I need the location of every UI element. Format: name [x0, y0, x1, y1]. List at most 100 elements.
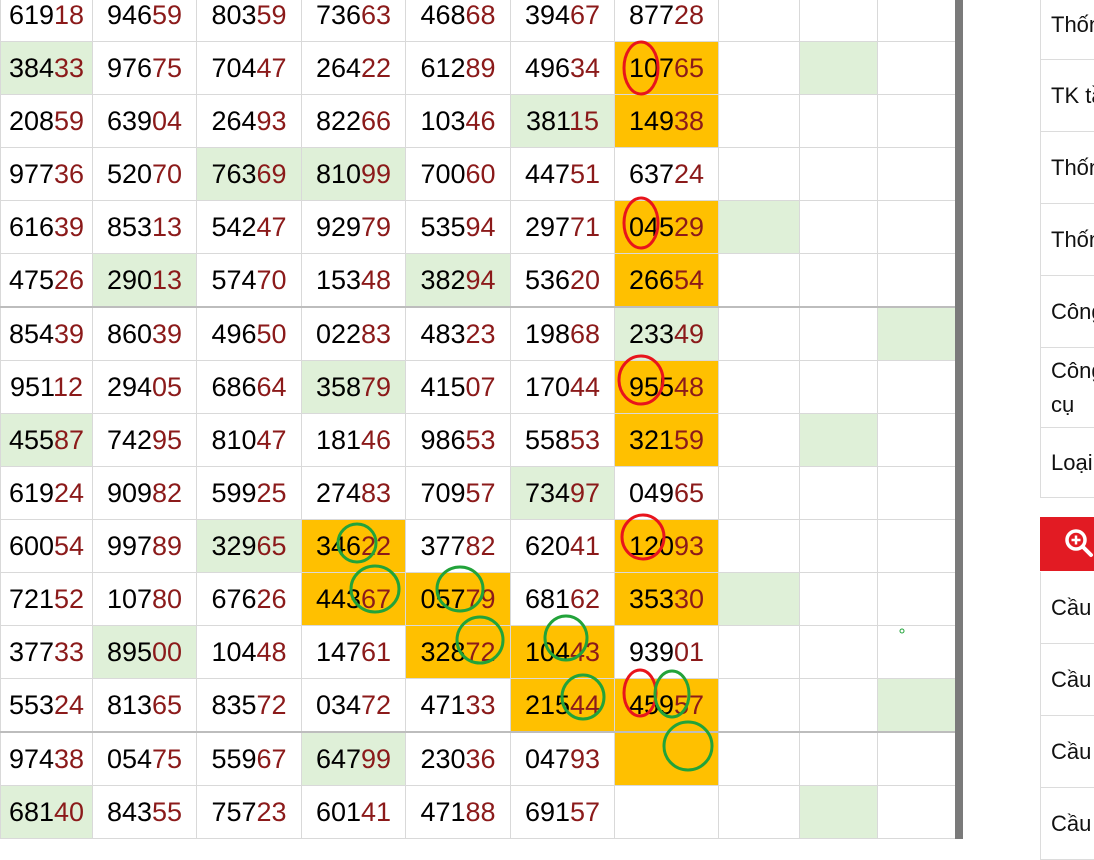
result-head-digits: 107 [106, 584, 152, 614]
sidebar-item[interactable]: Thống kê [1040, 132, 1094, 204]
result-cell: 26493 [196, 94, 302, 148]
result-cell: 81099 [301, 147, 406, 201]
result-cell: 14761 [301, 625, 406, 679]
result-head-digits: 358 [315, 372, 361, 402]
result-tail-digits: 20 [570, 265, 601, 295]
result-tail-digits: 67 [256, 744, 287, 774]
result-head-digits: 822 [315, 106, 361, 136]
result-cell: 87728 [614, 0, 719, 42]
result-tail-digits: 23 [256, 797, 287, 827]
result-cell: 19868 [510, 306, 615, 361]
empty-cell [799, 572, 878, 626]
empty-cell [877, 625, 958, 679]
result-cell: 04793 [510, 731, 615, 786]
result-cell: 68162 [510, 572, 615, 626]
result-head-digits: 619 [8, 0, 54, 30]
sidebar-item[interactable]: Thống kê [1040, 204, 1094, 276]
result-cell: 27483 [301, 466, 406, 520]
result-cell: 59925 [196, 466, 302, 520]
result-cell: 80359 [196, 0, 302, 42]
empty-cell [799, 785, 878, 839]
result-cell [614, 731, 719, 786]
result-head-digits: 022 [315, 319, 361, 349]
result-head-digits: 496 [211, 319, 257, 349]
results-grid: 61918 94659 80359 73663 46868 39467 87728 38433… [0, 0, 958, 839]
result-cell: 68664 [196, 360, 302, 414]
sidebar-item[interactable]: Thống kê [1040, 0, 1094, 60]
result-tail-digits: 33 [54, 637, 85, 667]
sidebar-item[interactable]: Loại [1040, 428, 1094, 498]
result-cell: 45957 [614, 678, 719, 733]
result-tail-digits: 80 [152, 584, 183, 614]
result-cell: 47188 [405, 785, 511, 839]
result-cell: 57470 [196, 253, 302, 308]
result-head-digits: 810 [315, 159, 361, 189]
result-cell: 84355 [92, 785, 197, 839]
result-cell: 92979 [301, 200, 406, 254]
result-cell: 54247 [196, 200, 302, 254]
sidebar-item[interactable]: Công cụ [1040, 276, 1094, 348]
result-head-digits: 676 [211, 584, 257, 614]
sidebar-item[interactable]: Công cụ VIP [1040, 348, 1094, 428]
result-head-digits: 616 [8, 212, 54, 242]
empty-cell [718, 147, 800, 201]
empty-cell [718, 785, 800, 839]
result-head-digits: 612 [420, 53, 466, 83]
result-head-digits: 742 [106, 425, 152, 455]
result-tail-digits: 57 [570, 797, 601, 827]
result-cell: 49634 [510, 41, 615, 95]
result-tail-digits: 49 [674, 319, 705, 349]
result-cell: 21544 [510, 678, 615, 733]
result-head-digits: 215 [524, 690, 570, 720]
result-cell: 89500 [92, 625, 197, 679]
result-cell: 18146 [301, 413, 406, 467]
empty-cell [799, 147, 878, 201]
result-tail-digits: 54 [54, 531, 85, 561]
result-head-digits: 103 [420, 106, 466, 136]
result-cell: 74295 [92, 413, 197, 467]
result-cell: 95112 [0, 360, 93, 414]
result-tail-digits: 70 [152, 159, 183, 189]
result-head-digits: 542 [211, 212, 257, 242]
result-tail-digits: 68 [570, 319, 601, 349]
result-head-digits: 120 [628, 531, 674, 561]
result-tail-digits: 64 [256, 372, 287, 402]
result-tail-digits: 54 [674, 265, 705, 295]
table-row: 37733 89500 10448 14761 32872 10443 93901 [0, 625, 958, 679]
result-cell: 97736 [0, 147, 93, 201]
result-head-digits: 274 [315, 478, 361, 508]
empty-cell [799, 625, 878, 679]
result-head-digits: 034 [315, 690, 361, 720]
result-tail-digits: 24 [54, 690, 85, 720]
sidebar-item[interactable]: Cầu [1040, 644, 1094, 716]
result-head-digits: 704 [211, 53, 257, 83]
sidebar-item[interactable]: TK tần suất [1040, 60, 1094, 132]
sidebar: Thống kê TK tần suất Thống kê Thống kê C… [1040, 0, 1094, 860]
result-head-digits: 686 [211, 372, 257, 402]
result-cell: 55853 [510, 413, 615, 467]
sidebar-item-label: Cầu [1051, 811, 1092, 836]
table-row: 95112 29405 68664 35879 41507 17044 95548 [0, 360, 958, 414]
sidebar-item[interactable]: Cầu [1040, 788, 1094, 860]
result-tail-digits: 93 [570, 744, 601, 774]
result-cell: 17044 [510, 360, 615, 414]
result-cell: 63724 [614, 147, 719, 201]
result-head-digits: 946 [106, 0, 152, 30]
result-tail-digits: 47 [256, 53, 287, 83]
result-head-digits: 233 [628, 319, 674, 349]
sidebar-item-label: Công cụ [1051, 299, 1094, 324]
empty-cell [799, 0, 878, 42]
result-tail-digits: 65 [674, 53, 705, 83]
empty-cell [799, 94, 878, 148]
empty-cell [718, 253, 800, 308]
sidebar-item[interactable]: Cầu [1040, 572, 1094, 644]
search-button[interactable] [1040, 517, 1094, 571]
result-cell: 37733 [0, 625, 93, 679]
result-tail-digits: 60 [465, 159, 496, 189]
result-tail-digits: 33 [54, 53, 85, 83]
result-tail-digits: 50 [256, 319, 287, 349]
empty-cell [877, 253, 958, 308]
column-divider [955, 0, 963, 839]
result-head-digits: 939 [628, 637, 674, 667]
sidebar-item[interactable]: Cầu [1040, 716, 1094, 788]
